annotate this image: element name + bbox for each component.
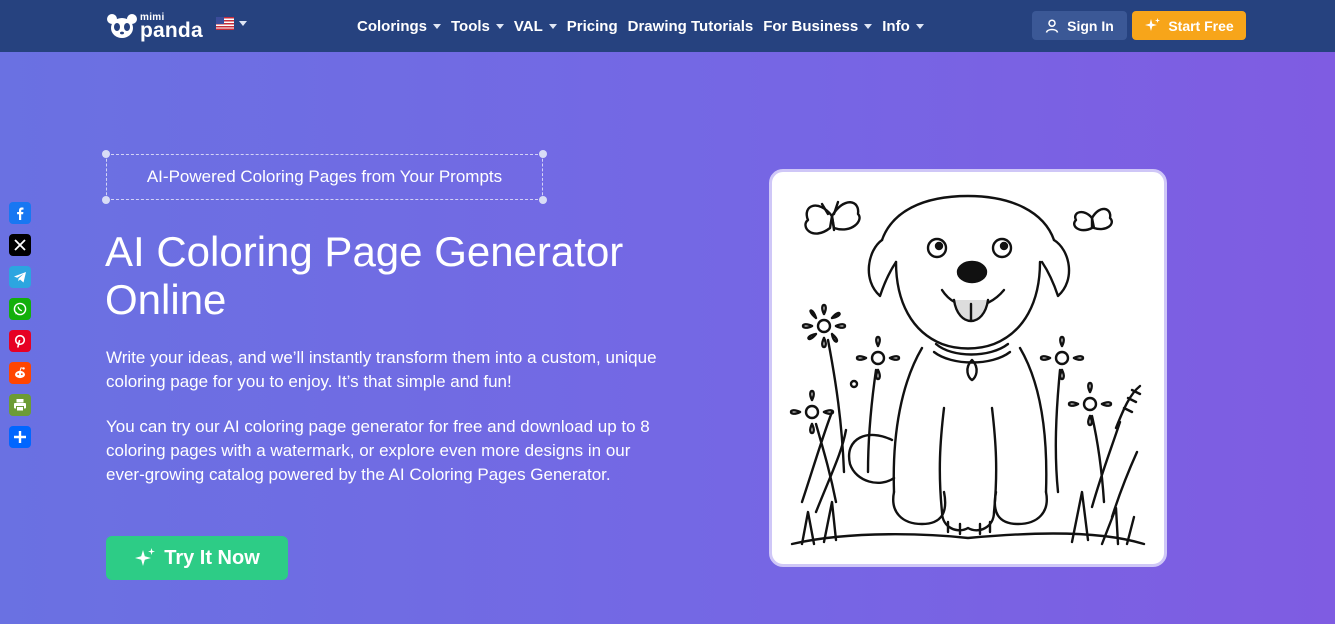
start-free-button[interactable]: Start Free [1132, 11, 1246, 40]
share-reddit-button[interactable] [9, 362, 31, 384]
share-icon [14, 431, 26, 443]
tagline-box: AI-Powered Coloring Pages from Your Prom… [106, 154, 543, 200]
nav-item-label: Tools [451, 17, 490, 35]
share-more-button[interactable] [9, 426, 31, 448]
reddit-icon [15, 367, 25, 379]
share-facebook-button[interactable] [9, 202, 31, 224]
share-telegram-button[interactable] [9, 266, 31, 288]
nav-item-label: Pricing [566, 17, 618, 35]
sparkle-icon [1145, 18, 1161, 31]
nav-pricing[interactable]: Pricing [567, 18, 618, 35]
try-it-now-button[interactable]: Try It Now [106, 536, 288, 580]
nav-item-label: For Business [763, 17, 859, 35]
hero-details: You can try our AI coloring page generat… [106, 417, 650, 484]
selection-handle [539, 196, 547, 204]
try-it-now-label: Try It Now [164, 546, 260, 569]
social-share-bar [9, 202, 31, 448]
main-nav: Colorings Tools VAL Pricing Drawing Tuto… [357, 0, 924, 52]
chevron-down-icon [433, 24, 441, 29]
language-selector[interactable] [216, 17, 247, 30]
chevron-down-icon [239, 21, 247, 26]
selection-handle [102, 196, 110, 204]
share-whatsapp-button[interactable] [9, 298, 31, 320]
coloring-page-preview [769, 169, 1167, 567]
page-title: AI Coloring Page Generator Online [105, 228, 624, 323]
share-x-button[interactable] [9, 234, 31, 256]
share-pinterest-button[interactable] [9, 330, 31, 352]
nav-colorings[interactable]: Colorings [357, 18, 441, 35]
nav-val[interactable]: VAL [514, 18, 557, 35]
nav-item-label: Colorings [357, 17, 427, 35]
nav-info[interactable]: Info [882, 18, 924, 35]
share-print-button[interactable] [9, 394, 31, 416]
nav-tools[interactable]: Tools [451, 18, 504, 35]
logo-wordmark: mimi panda [140, 10, 210, 42]
logo-text-panda: panda [140, 19, 203, 42]
sign-in-label: Sign In [1067, 17, 1114, 34]
print-icon [14, 399, 26, 412]
user-icon [1045, 18, 1059, 33]
top-navigation-bar: mimi panda Colorings Tools VAL Pricing D… [0, 0, 1335, 52]
nav-for-business[interactable]: For Business [763, 17, 873, 35]
tagline-text: AI-Powered Coloring Pages from Your Prom… [146, 167, 503, 186]
mimi-panda-logo[interactable]: mimi panda [106, 10, 211, 42]
x-icon [14, 239, 26, 251]
chevron-down-icon [915, 24, 924, 29]
panda-logo-icon [106, 12, 138, 40]
start-free-label: Start Free [1168, 17, 1234, 34]
nav-drawing-tutorials[interactable]: Drawing Tutorials [628, 18, 754, 35]
puppy-coloring-illustration [789, 194, 1146, 546]
chevron-down-icon [548, 24, 557, 29]
nav-item-label: Drawing Tutorials [627, 17, 754, 35]
sign-in-button[interactable]: Sign In [1032, 11, 1127, 40]
chevron-down-icon [864, 24, 873, 29]
nav-item-label: Info [882, 17, 910, 35]
pinterest-icon [14, 334, 26, 348]
selection-handle [539, 150, 547, 158]
selection-handle [102, 150, 110, 158]
whatsapp-icon [13, 302, 27, 316]
sparkle-icon [135, 548, 156, 566]
nav-item-label: VAL [513, 17, 543, 35]
hero-description: Write your ideas, and we’ll instantly tr… [106, 348, 657, 391]
chevron-down-icon [495, 24, 504, 29]
facebook-icon [17, 207, 24, 220]
us-flag-icon [216, 17, 234, 30]
telegram-icon [14, 272, 26, 283]
